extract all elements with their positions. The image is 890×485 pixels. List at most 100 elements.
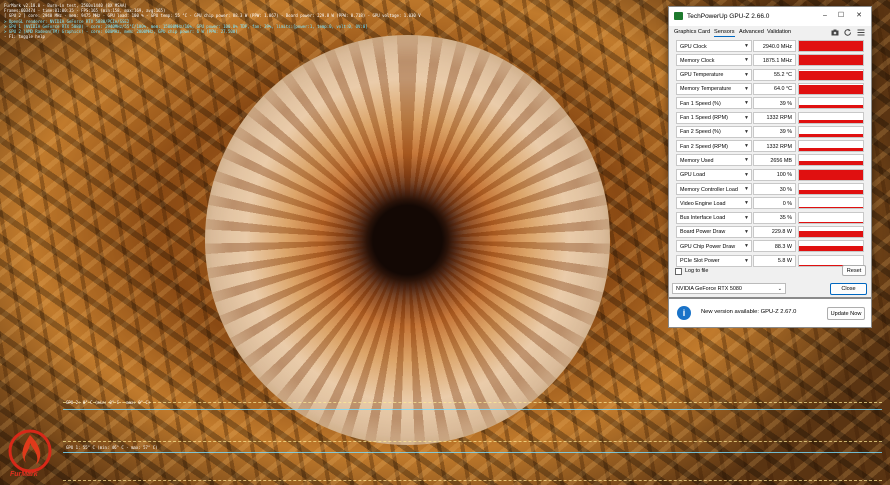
dropdown-arrow-icon: ▼: [744, 114, 749, 121]
sensor-graph: [798, 225, 864, 238]
sensor-name-dropdown[interactable]: PCIe Slot Power ▼: [676, 254, 752, 267]
sensor-value-box: 39 %: [753, 125, 796, 138]
tab-graphics-card[interactable]: Graphics Card: [674, 29, 710, 35]
sensor-label: Board Power Draw: [680, 229, 726, 236]
sensor-row: Memory Controller Load ▼ 30 %: [676, 183, 864, 196]
sensor-graph-fill: [799, 55, 863, 66]
sensor-name-dropdown[interactable]: GPU Load ▼: [676, 168, 752, 181]
sensor-value: 64.0 °C: [773, 86, 792, 93]
temp-graph-label-gpu1: GPU 1: 55° C (min: 46° C - max: 57° C): [66, 445, 158, 450]
sensor-name-dropdown[interactable]: GPU Temperature ▼: [676, 68, 752, 81]
title-bar[interactable]: TechPowerUp GPU-Z 2.66.0 – ☐ ✕: [669, 7, 871, 26]
sensor-name-dropdown[interactable]: Memory Used ▼: [676, 154, 752, 167]
close-button[interactable]: Close: [830, 283, 867, 295]
sensor-graph-fill: [799, 41, 863, 51]
sensor-row: GPU Clock ▼ 2940.0 MHz: [676, 40, 864, 53]
dropdown-arrow-icon: ▼: [744, 200, 749, 207]
temp-graph-label-gpu2: GPU 2: 0° C (min: 0° C - max: 0° C): [66, 400, 151, 405]
reset-button[interactable]: Reset: [842, 265, 866, 276]
temp-graph-gpu2-line: [63, 409, 882, 410]
sensor-graph: [798, 97, 864, 110]
furmark-fur-texture: [205, 35, 610, 445]
window-title: TechPowerUp GPU-Z 2.66.0: [687, 13, 770, 20]
sensor-name-dropdown[interactable]: Video Engine Load ▼: [676, 197, 752, 210]
sensor-row: Fan 1 Speed (RPM) ▼ 1332 RPM: [676, 111, 864, 125]
sensor-graph-fill: [799, 119, 863, 123]
tab-sensors[interactable]: Sensors: [714, 29, 735, 37]
furmark-osd: FurMark v2.10.0 - Burn-in test, 2560x144…: [4, 3, 421, 39]
sensor-name-dropdown[interactable]: Fan 1 Speed (%) ▼: [676, 97, 752, 110]
gpuz-app-icon: [674, 12, 683, 20]
sensor-label: GPU Temperature: [680, 72, 724, 79]
temp-graph-gpu1-line: [63, 452, 882, 453]
sensor-name-dropdown[interactable]: GPU Clock ▼: [676, 40, 752, 52]
log-to-file-label: Log to file: [685, 268, 709, 274]
sensor-name-dropdown[interactable]: Fan 2 Speed (RPM) ▼: [676, 140, 752, 153]
sensor-value: 2940.0 MHz: [762, 43, 792, 50]
sensor-value: 229.8 W: [771, 229, 792, 236]
log-to-file-checkbox[interactable]: [675, 268, 682, 275]
minimize-button[interactable]: –: [819, 11, 831, 21]
sensor-graph-fill: [799, 221, 863, 223]
sensor-graph-fill: [799, 169, 863, 180]
osd-line: - F1: toggle help: [4, 34, 45, 40]
sensor-graph: [798, 140, 864, 153]
gpu-select-dropdown[interactable]: NVIDIA GeForce RTX 5080 ⌄: [672, 283, 786, 294]
sensor-row: Memory Used ▼ 2656 MB: [676, 154, 864, 167]
dropdown-arrow-icon: ▼: [744, 214, 749, 221]
refresh-icon[interactable]: [844, 29, 852, 36]
sensor-row: Fan 2 Speed (RPM) ▼ 1332 RPM: [676, 140, 864, 153]
sensor-value: 55.2 °C: [773, 72, 792, 79]
sensor-name-dropdown[interactable]: Memory Controller Load ▼: [676, 183, 752, 195]
sensor-row: GPU Temperature ▼ 55.2 °C: [676, 68, 864, 82]
tab-validation[interactable]: Validation: [767, 29, 791, 35]
sensor-value: 39 %: [779, 129, 792, 136]
maximize-button[interactable]: ☐: [835, 11, 847, 21]
update-now-button[interactable]: Update Now: [827, 307, 865, 320]
sensor-list: GPU Clock ▼ 2940.0 MHz Memory Clock ▼ 1875.1 …: [673, 40, 865, 267]
osd-line: [ GPU 2 ] core: 2940 MHz - mem: 9475 MHz…: [4, 13, 421, 19]
camera-icon[interactable]: [831, 29, 839, 36]
sensor-value-box: 229.8 W: [753, 225, 796, 238]
sensor-value: 2656 MB: [770, 157, 792, 164]
sensor-value: 5.8 W: [777, 258, 792, 264]
sensor-label: Fan 1 Speed (RPM): [680, 115, 728, 121]
sensor-label: Fan 2 Speed (%): [680, 129, 721, 136]
furmark-logo-text: FurMark: [10, 471, 38, 478]
sensor-row: Memory Clock ▼ 1875.1 MHz: [676, 54, 864, 67]
sensor-graph: [798, 211, 864, 224]
sensor-name-dropdown[interactable]: Memory Clock ▼: [676, 54, 752, 67]
sensor-label: Fan 2 Speed (RPM): [680, 143, 728, 150]
sensor-value: 30 %: [779, 186, 792, 193]
sensor-value-box: 100 %: [753, 168, 796, 181]
sensor-name-dropdown[interactable]: Board Power Draw ▼: [676, 225, 752, 238]
sensor-name-dropdown[interactable]: Memory Temperature ▼: [676, 82, 752, 95]
close-window-button[interactable]: ✕: [853, 11, 865, 21]
dropdown-arrow-icon: ▼: [744, 157, 749, 164]
sensor-name-dropdown[interactable]: Fan 2 Speed (%) ▼: [676, 125, 752, 138]
sensor-graph-fill: [799, 190, 863, 194]
chevron-down-icon: ⌄: [777, 285, 782, 292]
sensor-value-box: 2940.0 MHz: [753, 40, 796, 52]
sensor-value-box: 64.0 °C: [753, 82, 796, 95]
sensor-name-dropdown[interactable]: Fan 1 Speed (RPM) ▼: [676, 111, 752, 124]
dropdown-arrow-icon: ▼: [744, 85, 749, 92]
sensor-graph-fill: [799, 207, 863, 209]
sensor-name-dropdown[interactable]: GPU Chip Power Draw ▼: [676, 240, 752, 253]
sensor-label: PCIe Slot Power: [680, 258, 720, 264]
sensor-name-dropdown[interactable]: Bus Interface Load ▼: [676, 211, 752, 224]
sensor-value: 39 %: [779, 100, 792, 107]
sensor-row: Fan 2 Speed (%) ▼ 39 %: [676, 125, 864, 139]
menu-icon[interactable]: [857, 29, 865, 36]
sensor-value: 88.3 W: [774, 243, 792, 250]
tab-advanced[interactable]: Advanced: [739, 29, 764, 35]
sensor-value: 0 %: [782, 200, 792, 207]
sensor-graph: [798, 125, 864, 138]
temp-graph-mid-line: [63, 441, 882, 442]
sensor-value: 35 %: [779, 215, 792, 222]
sensor-label: Fan 1 Speed (%): [680, 100, 721, 107]
sensor-label: Memory Controller Load: [680, 186, 738, 193]
sensor-value-box: 2656 MB: [753, 154, 796, 167]
dropdown-arrow-icon: ▼: [744, 100, 749, 107]
sensor-value: 100 %: [776, 172, 792, 179]
